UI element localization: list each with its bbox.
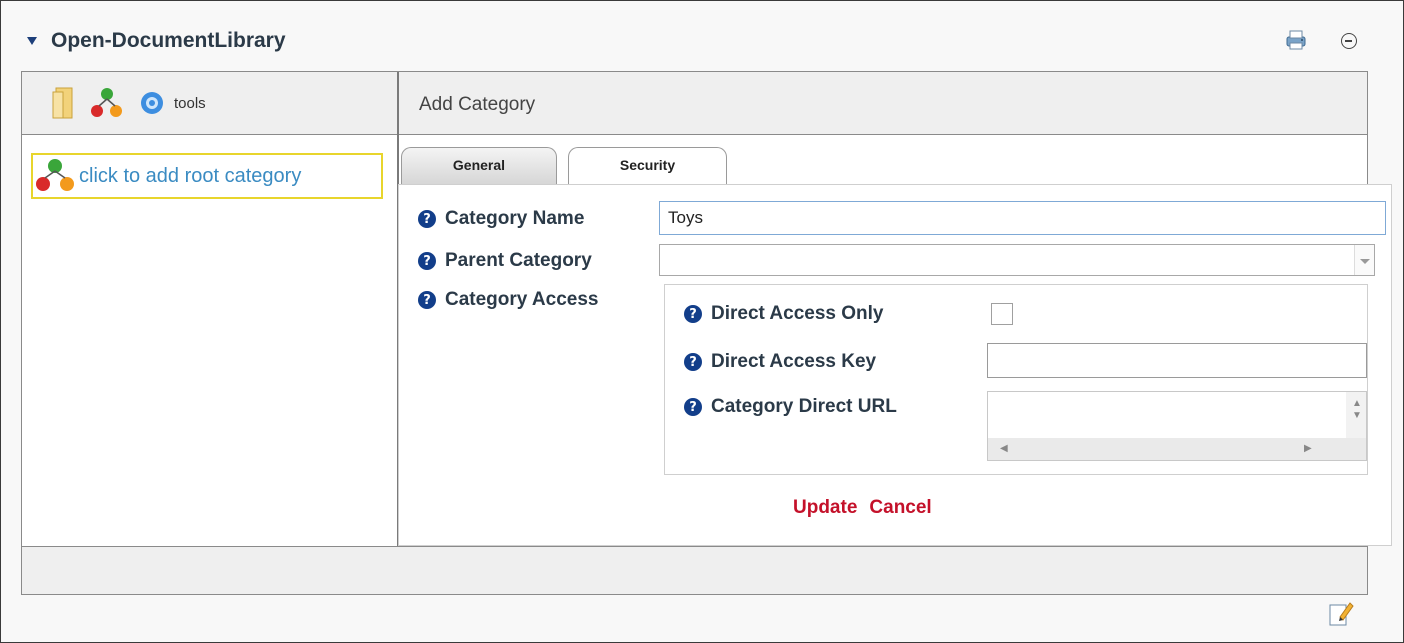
tab-security[interactable]: Security — [568, 147, 727, 184]
form-actions: Update Cancel — [793, 497, 944, 519]
tab-general[interactable]: General — [401, 147, 557, 187]
scroll-up-icon[interactable]: ▲ — [1352, 398, 1362, 409]
add-root-category-link[interactable]: click to add root category — [31, 153, 383, 199]
toolbar: tools — [52, 86, 206, 120]
module-title: Open-DocumentLibrary — [51, 29, 286, 52]
help-icon[interactable]: ? — [684, 398, 702, 416]
parent-category-label: ? Parent Category — [418, 250, 592, 272]
direct-access-key-label: ? Direct Access Key — [684, 351, 876, 373]
help-icon[interactable]: ? — [418, 291, 436, 309]
header-bar: tools Add Category — [22, 72, 1367, 135]
update-button[interactable]: Update — [793, 497, 857, 519]
minimize-icon[interactable] — [1341, 33, 1357, 49]
scroll-down-icon[interactable]: ▼ — [1352, 410, 1362, 421]
parent-category-select[interactable] — [659, 244, 1375, 276]
folder-icon[interactable] — [52, 86, 74, 120]
chevron-down-icon[interactable] — [1354, 245, 1374, 275]
category-access-label: ? Category Access — [418, 289, 598, 311]
edit-icon[interactable] — [1328, 599, 1354, 627]
direct-access-only-checkbox[interactable] — [991, 303, 1013, 325]
footer-bar — [22, 546, 1367, 594]
cancel-button[interactable]: Cancel — [869, 497, 931, 519]
module-frame: Open-DocumentLibrary tools Add Category … — [0, 0, 1404, 643]
add-root-category-label: click to add root category — [79, 164, 302, 187]
category-icon[interactable] — [90, 86, 124, 120]
category-icon — [36, 159, 74, 191]
tools-label[interactable]: tools — [174, 95, 206, 112]
category-name-label: ? Category Name — [418, 208, 584, 230]
help-icon[interactable]: ? — [418, 252, 436, 270]
category-direct-url-label: ? Category Direct URL — [684, 396, 897, 418]
help-icon[interactable]: ? — [418, 210, 436, 228]
gear-icon[interactable] — [138, 89, 166, 117]
scroll-right-icon[interactable]: ▶ — [1304, 443, 1312, 454]
tab-general-label: General — [452, 157, 506, 173]
help-icon[interactable]: ? — [684, 305, 702, 323]
category-direct-url-textarea[interactable]: ▲ ▼ ◀ ▶ — [987, 391, 1367, 461]
module-header: Open-DocumentLibrary — [27, 29, 286, 53]
panel-title: Add Category — [419, 94, 536, 115]
scroll-left-icon[interactable]: ◀ — [1000, 443, 1008, 454]
horizontal-scrollbar[interactable]: ◀ ▶ — [988, 438, 1366, 460]
direct-access-only-label: ? Direct Access Only — [684, 303, 884, 325]
help-icon[interactable]: ? — [684, 353, 702, 371]
category-name-input[interactable] — [659, 201, 1386, 235]
print-icon[interactable] — [1284, 29, 1308, 51]
direct-access-key-input[interactable] — [987, 343, 1367, 378]
expand-triangle-icon[interactable] — [27, 37, 37, 45]
tab-security-label: Security — [619, 157, 676, 173]
